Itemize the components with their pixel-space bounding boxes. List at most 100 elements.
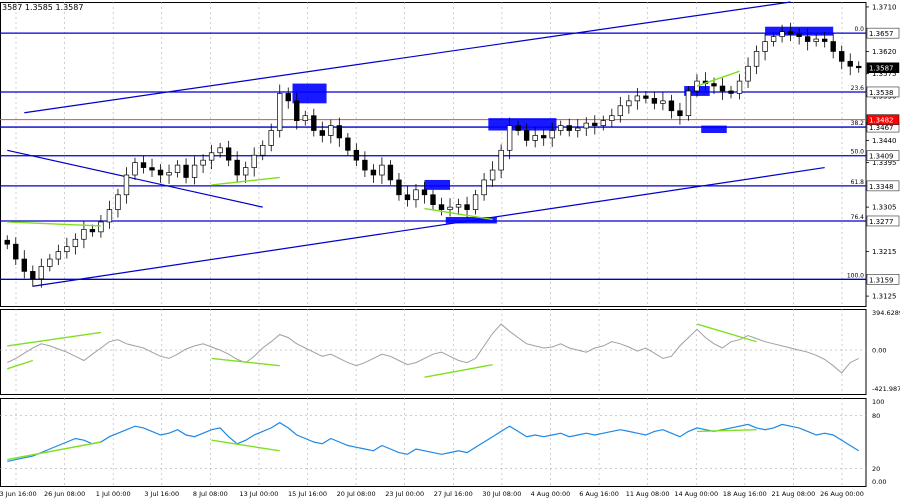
candle-body [217, 147, 223, 154]
candle-body [345, 137, 351, 151]
candle-body [123, 174, 130, 196]
candle-body [498, 149, 504, 171]
candle-body [64, 246, 70, 252]
y-tick-label: 1.3440 [872, 137, 897, 145]
x-tick-label: 23 Jun 16:00 [0, 490, 37, 498]
candle-body [106, 209, 113, 223]
candle-body [268, 130, 274, 146]
candle-body [166, 172, 172, 176]
x-tick-label: 26 Jun 08:00 [44, 490, 85, 498]
candle-body [549, 130, 555, 139]
candle-body [294, 100, 300, 121]
candle-body [387, 164, 394, 181]
candle-body [251, 154, 257, 168]
candle-body [174, 164, 181, 173]
highlight-box [292, 83, 327, 104]
cci-tick-min: -421.9874 [872, 385, 900, 393]
rsi-tick-100: 100 [872, 398, 884, 406]
candle-body [285, 93, 291, 102]
candle-body [813, 38, 819, 42]
candle-body [55, 251, 62, 260]
candle-body [787, 31, 794, 35]
candle-body [455, 204, 462, 208]
candle-body [98, 221, 104, 233]
highlight-box [424, 179, 451, 190]
candle-body [328, 125, 334, 136]
candle-body [404, 194, 411, 201]
fib-level-tag: 23.6 [851, 85, 865, 92]
candle-body [856, 65, 862, 69]
candle-body [72, 238, 79, 248]
candle-body [447, 206, 453, 210]
cci-tick-max: 394.6289 [872, 309, 900, 317]
candle-body [481, 179, 487, 196]
candle-body [711, 83, 717, 87]
candle-body [302, 115, 308, 121]
candle-body [634, 95, 641, 102]
candle-body [617, 105, 624, 117]
candle-body [753, 51, 760, 67]
highlight-box [488, 118, 557, 131]
level-price-tag: 1.3467 [869, 124, 894, 132]
fib-level-tag: 100.0 [847, 272, 864, 279]
candle-body [575, 127, 581, 131]
candle-body [804, 36, 811, 42]
chart-canvas[interactable]: 3587 1.3585 1.3587 23 Jun 16:00 26 Jun 08… [0, 0, 900, 500]
candle-body [149, 167, 155, 171]
candle-body [847, 60, 853, 67]
fib-level-tag: 76.4 [851, 214, 865, 221]
rsi-tick-80: 80 [872, 412, 880, 420]
last-price-tag: 1.3587 [869, 65, 894, 73]
x-tick-label: 11 Aug 08:00 [626, 490, 670, 498]
highlight-box [445, 217, 497, 224]
chart-background [0, 0, 900, 500]
candle-body [821, 38, 828, 42]
candle-body [472, 194, 479, 210]
level-price-tag: 1.3538 [869, 89, 894, 97]
x-tick-label: 20 Jul 08:00 [337, 490, 376, 498]
candle-body [277, 93, 283, 131]
candle-body [336, 125, 343, 139]
candle-body [225, 147, 232, 161]
candle-body [362, 159, 368, 171]
candle-body [779, 31, 785, 37]
candle-body [523, 130, 530, 141]
y-tick-label: 1.3215 [872, 248, 897, 256]
candle-body [370, 169, 377, 176]
candle-body [140, 162, 147, 168]
x-tick-label: 27 Jul 16:00 [434, 490, 473, 498]
candle-body [660, 100, 666, 104]
x-tick-label: 15 Jul 16:00 [288, 490, 327, 498]
cci-tick-zero: 0.00 [872, 347, 886, 355]
candle-body [515, 125, 521, 131]
candle-body [830, 41, 836, 52]
candle-body [157, 169, 164, 176]
candle-body [38, 266, 45, 280]
candle-body [311, 115, 317, 131]
fib-level-tag: 0.0 [854, 26, 864, 33]
candle-body [4, 239, 10, 245]
candle-body [677, 110, 683, 117]
candle-body [89, 229, 96, 233]
candle-body [558, 125, 564, 131]
candle-body [242, 167, 249, 176]
candle-body [541, 135, 547, 139]
y-tick-label: 1.3620 [872, 48, 897, 56]
candle-body [260, 144, 266, 156]
x-tick-label: 4 Aug 00:00 [531, 490, 571, 498]
candle-body [13, 243, 19, 260]
x-tick-label: 26 Aug 00:00 [820, 490, 864, 498]
chart-window[interactable]: 3587 1.3585 1.3587 23 Jun 16:00 26 Jun 08… [0, 0, 900, 500]
candle-body [183, 164, 189, 178]
fib-level-tag: 38.2 [851, 120, 865, 127]
candle-body [770, 36, 777, 42]
candle-body [736, 80, 743, 94]
candle-body [626, 100, 632, 107]
x-tick-label: 23 Jul 00:00 [385, 490, 424, 498]
x-tick-label: 6 Aug 16:00 [579, 490, 619, 498]
candle-body [643, 95, 649, 99]
red-price-tag: 1.3482 [869, 117, 894, 125]
candle-body [30, 271, 36, 280]
candle-body [796, 33, 802, 37]
candle-body [532, 135, 538, 141]
